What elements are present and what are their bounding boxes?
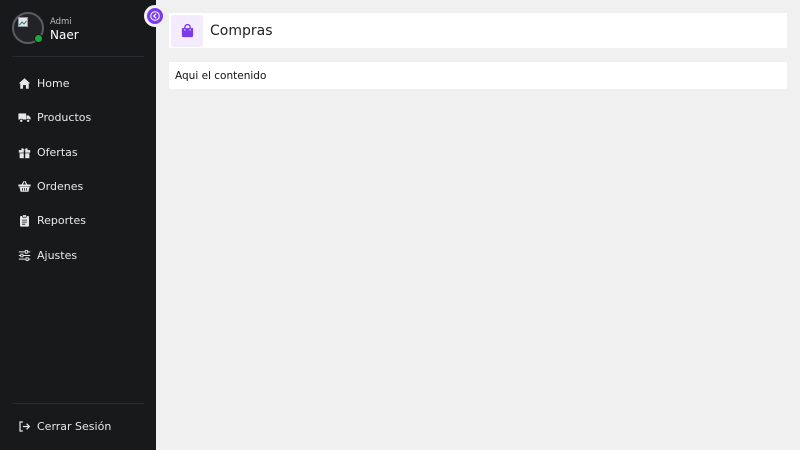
sidebar-collapse-button[interactable]: [144, 5, 166, 27]
sidebar-item-ajustes[interactable]: Ajustes: [0, 240, 156, 270]
user-role: Admi: [50, 17, 72, 27]
sidebar-item-ofertas[interactable]: Ofertas: [0, 137, 156, 167]
gift-icon: [18, 146, 31, 159]
header-icon-box: [171, 14, 203, 47]
basket-icon: [18, 180, 31, 193]
logout-button[interactable]: Cerrar Sesión: [0, 411, 156, 441]
online-status-indicator: [34, 34, 43, 43]
sidebar-item-label: Home: [37, 76, 70, 90]
content-text: Aqui el contenido: [175, 69, 267, 82]
content-panel: Aqui el contenido: [169, 62, 787, 89]
user-profile[interactable]: Admi Naer: [12, 12, 144, 44]
page-header: Compras: [169, 13, 787, 48]
sidebar-item-ordenes[interactable]: Ordenes: [0, 171, 156, 201]
sidebar-divider: [12, 403, 144, 404]
sign-out-icon: [18, 420, 31, 433]
truck-icon: [18, 111, 31, 124]
user-name: Naer: [50, 28, 79, 42]
chevron-left-icon: [150, 11, 160, 21]
sidebar-item-reportes[interactable]: Reportes: [0, 205, 156, 235]
home-icon: [18, 77, 31, 90]
sidebar-item-label: Reportes: [37, 213, 86, 227]
shopping-bag-icon: [181, 23, 193, 38]
sidebar-item-label: Productos: [37, 110, 92, 124]
sidebar-divider: [12, 56, 144, 57]
sidebar: Admi Naer Home Productos Ofertas Ordenes…: [0, 0, 156, 450]
sidebar-item-label: Ordenes: [37, 179, 84, 193]
sidebar-item-label: Ajustes: [37, 248, 78, 262]
sidebar-item-label: Ofertas: [37, 145, 78, 159]
sidebar-item-productos[interactable]: Productos: [0, 102, 156, 132]
logout-label: Cerrar Sesión: [37, 419, 112, 433]
sidebar-item-home[interactable]: Home: [0, 68, 156, 98]
page-title: Compras: [210, 22, 273, 39]
sliders-icon: [18, 249, 31, 262]
broken-image-icon: [18, 17, 28, 27]
clipboard-icon: [18, 213, 31, 227]
